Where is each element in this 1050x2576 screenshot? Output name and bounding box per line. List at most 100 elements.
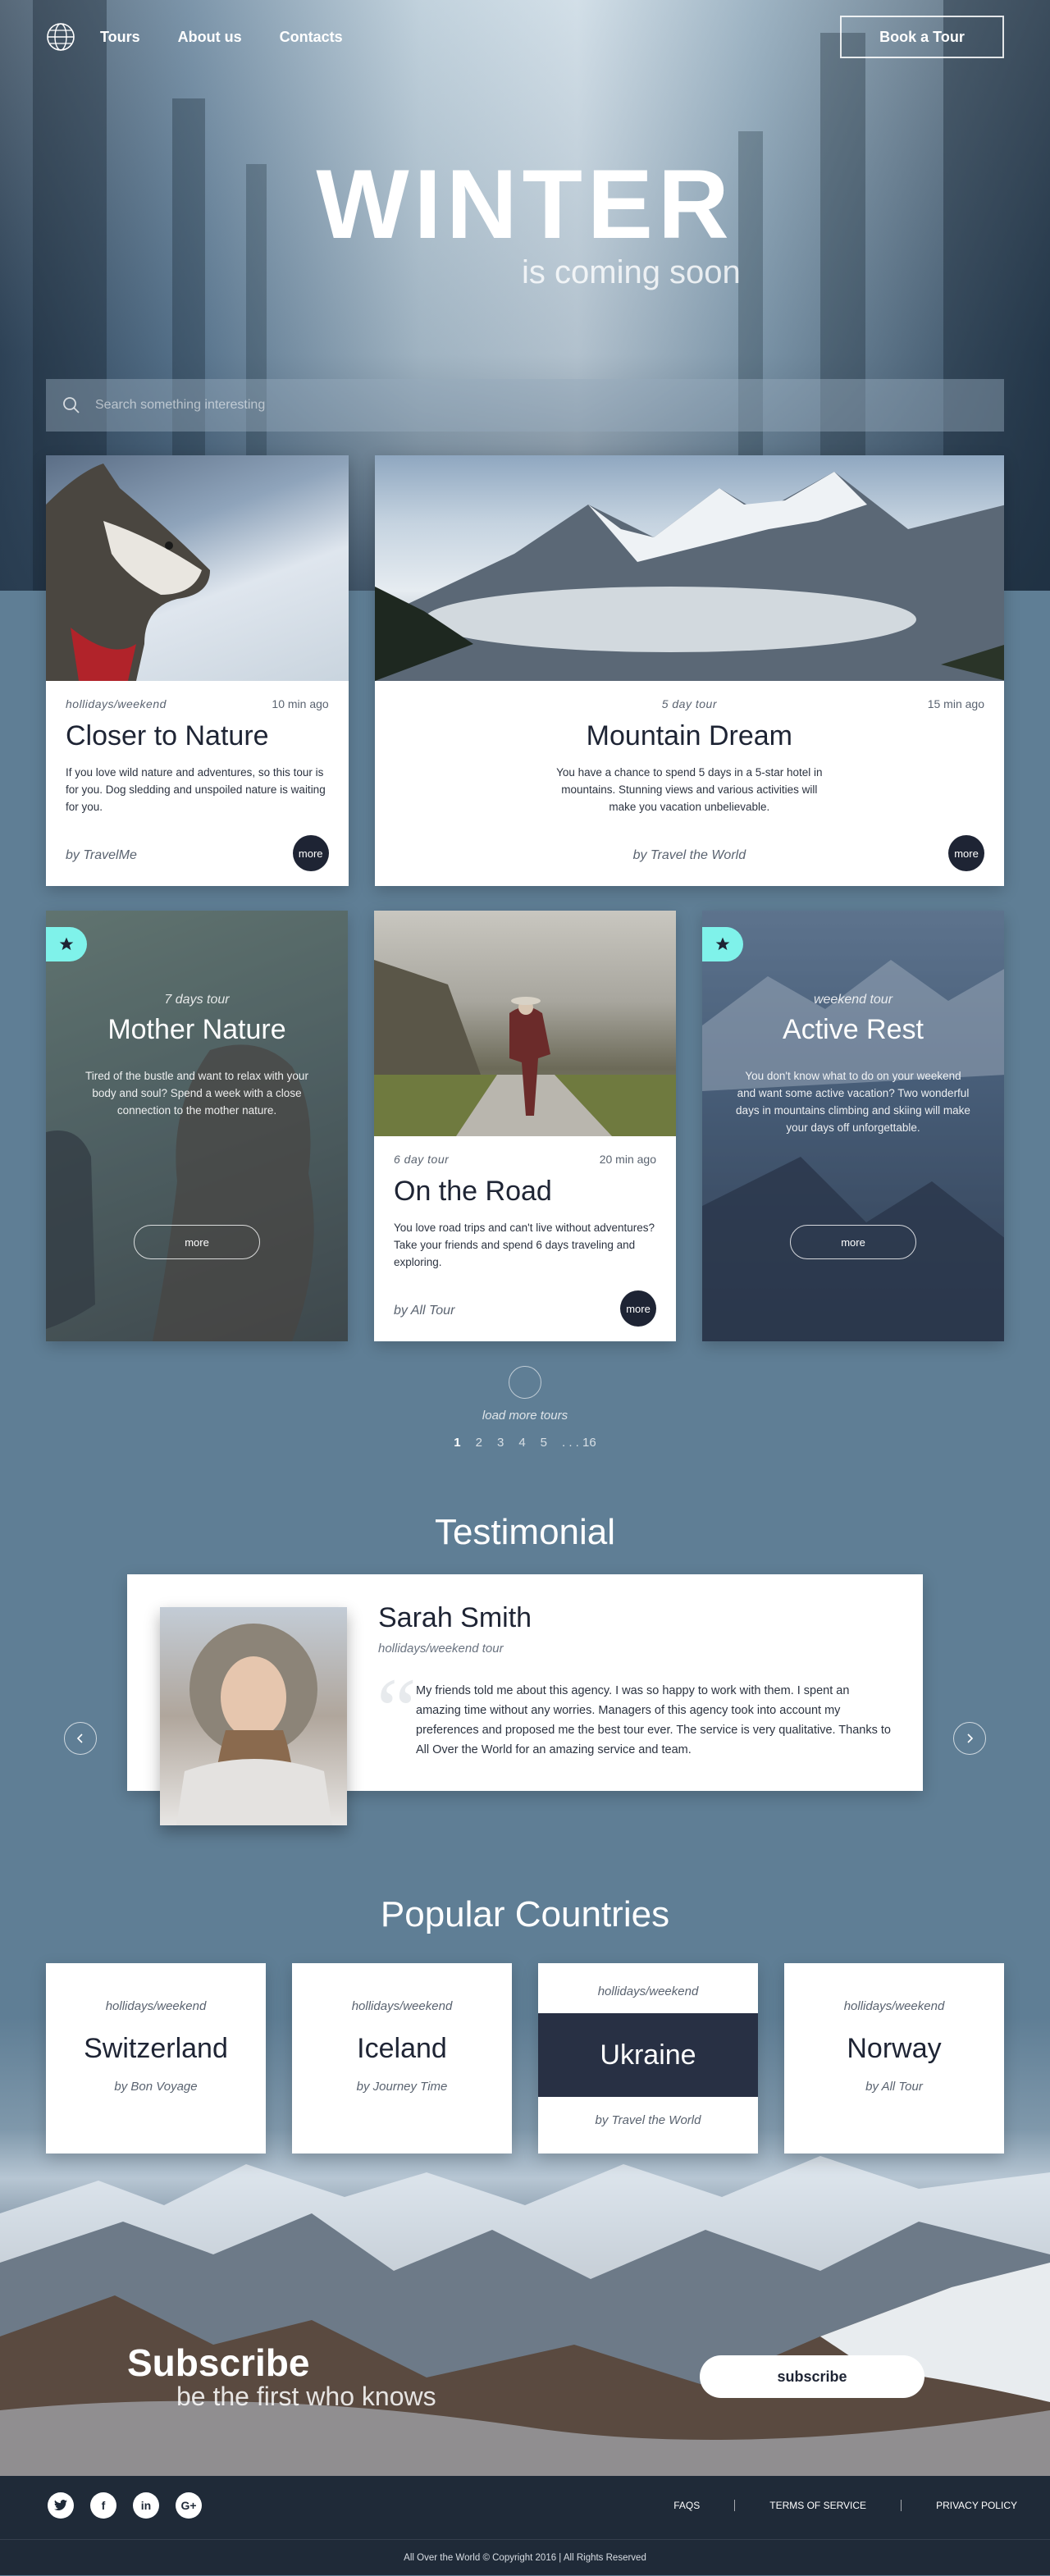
tour-title: On the Road [394,1176,552,1207]
globe-icon[interactable] [46,22,75,52]
tour-description: You don't know what to do on your weeken… [736,1070,970,1134]
more-button[interactable]: more [620,1290,656,1327]
footer-links: FAQS TERMS OF SERVICE PRIVACY POLICY [639,2500,1017,2511]
social-links: f in G+ [48,2492,202,2519]
country-name: Switzerland [84,2033,228,2064]
load-more-block: load more tours 1 2 3 4 5 . . . 16 [46,1366,1004,1450]
subscribe-button[interactable]: subscribe [700,2355,924,2398]
search-input[interactable] [95,398,833,413]
more-button[interactable]: more [292,835,329,871]
country-agency: by All Tour [865,2080,923,2094]
tours-section: hollidays/weekend 10 min ago Closer to N… [0,455,1050,1450]
more-button[interactable]: more [948,835,984,871]
subscribe-subtitle: be the first who knows [176,2382,436,2411]
book-tour-button[interactable]: Book a Tour [840,16,1004,58]
tour-category: 7 days tour [164,993,230,1007]
country-category: hollidays/weekend [351,1999,453,2013]
customer-photo [160,1607,347,1825]
page-link-last[interactable]: . . . 16 [562,1436,596,1450]
more-button[interactable]: more [790,1225,916,1259]
country-card-iceland[interactable]: hollidays/weekend Iceland by Journey Tim… [292,1963,512,2154]
next-arrow-button[interactable] [953,1722,986,1755]
load-more-link[interactable]: load more tours [46,1409,1004,1423]
tour-description: You love road trips and can't live witho… [394,1222,655,1268]
linkedin-icon[interactable]: in [133,2492,159,2519]
country-agency: by Journey Time [356,2080,448,2094]
country-agency: by Bon Voyage [114,2080,198,2094]
popular-countries: Popular Countries hollidays/weekend Swit… [0,1857,1050,2154]
husky-photo [46,455,349,681]
tour-time: 20 min ago [599,1153,656,1166]
countries-subscribe-section: Popular Countries hollidays/weekend Swit… [0,1857,1050,2476]
tour-card-closer-to-nature: hollidays/weekend 10 min ago Closer to N… [46,455,349,886]
tour-category: 5 day tour [661,697,717,710]
customer-name: Sarah Smith [378,1602,532,1633]
nav-link-contacts[interactable]: Contacts [280,29,343,46]
tour-card-mountain-dream: 5 day tour 15 min ago Mountain Dream You… [374,455,1004,886]
country-card-switzerland[interactable]: hollidays/weekend Switzerland by Bon Voy… [46,1963,266,2154]
search-icon [63,397,80,413]
tour-title: Mother Nature [107,1014,286,1045]
tour-author: by Travel the World [632,848,746,862]
customer-tour: hollidays/weekend tour [378,1642,504,1656]
country-agency: by Travel the World [595,2113,701,2127]
tour-category: weekend tour [813,993,893,1007]
mountain-range-background [0,2156,1050,2476]
tour-author: by All Tour [394,1304,455,1318]
tour-description: You have a chance to spend 5 days in a 5… [556,766,823,813]
subscribe-title: Subscribe [127,2341,310,2384]
tour-title: Active Rest [783,1014,924,1045]
google-plus-icon[interactable]: G+ [176,2492,202,2519]
road-traveler-photo [374,911,676,1136]
terms-of-service-link[interactable]: TERMS OF SERVICE [734,2500,901,2511]
search-bar [46,379,1004,432]
page-link-5[interactable]: 5 [541,1436,547,1450]
hero-title: WINTER [316,149,734,259]
tour-card-mother-nature: 7 days tour Mother Nature Tired of the b… [46,911,348,1341]
tour-time: 15 min ago [927,697,984,710]
copyright: All Over the World © Copyright 2016 | Al… [0,2539,1050,2575]
footer: f in G+ FAQS TERMS OF SERVICE PRIVACY PO… [0,2476,1050,2575]
testimonial-section: Testimonial Sarah Smith hollidays/weeken… [0,1512,1050,1857]
tour-title: Mountain Dream [586,720,793,751]
twitter-icon[interactable] [48,2492,74,2519]
tour-category: hollidays/weekend [66,697,167,710]
page-link-4[interactable]: 4 [518,1436,525,1450]
country-name: Norway [847,2033,942,2064]
subscribe-block: Subscribe be the first who knows [127,2341,436,2412]
country-category: hollidays/weekend [105,1999,207,2013]
page-link-2[interactable]: 2 [476,1436,482,1450]
tour-category: 6 day tour [394,1153,450,1166]
country-category: hollidays/weekend [843,1999,945,2013]
more-button[interactable]: more [134,1225,260,1259]
mountain-photo [374,455,1004,681]
prev-arrow-button[interactable] [64,1722,97,1755]
country-category: hollidays/weekend [597,1985,699,1998]
hero-subtitle: is coming soon [522,254,741,290]
loading-spinner-icon [509,1366,541,1399]
country-card-norway[interactable]: hollidays/weekend Norway by All Tour [784,1963,1004,2154]
tour-time: 10 min ago [272,697,329,710]
facebook-icon[interactable]: f [90,2492,116,2519]
chevron-left-icon [76,1733,83,1743]
tour-description: Tired of the bustle and want to relax wi… [85,1070,308,1117]
page-link-3[interactable]: 3 [497,1436,504,1450]
pagination: 1 2 3 4 5 . . . 16 [46,1436,1004,1450]
nav-link-tours[interactable]: Tours [100,29,140,46]
countries-heading: Popular Countries [380,1894,670,1934]
privacy-policy-link[interactable]: PRIVACY POLICY [901,2500,1017,2511]
country-name: Iceland [357,2033,447,2064]
quote-mark-icon: “ [377,1660,417,1760]
nav-link-about-us[interactable]: About us [178,29,242,46]
tour-card-on-the-road: 6 day tour 20 min ago On the Road You lo… [374,911,676,1341]
top-nav: Tours About us Contacts Book a Tour [0,0,1050,74]
tour-title: Closer to Nature [66,720,269,751]
page-link-1[interactable]: 1 [454,1436,460,1450]
chevron-right-icon [967,1733,974,1743]
country-card-ukraine[interactable]: hollidays/weekend Ukraine by Travel the … [538,1963,758,2154]
faqs-link[interactable]: FAQS [639,2500,734,2511]
testimonial-card: Sarah Smith hollidays/weekend tour “ My … [127,1574,923,1825]
tour-description: If you love wild nature and adventures, … [66,766,326,813]
tour-card-active-rest: weekend tour Active Rest You don't know … [702,911,1004,1341]
testimonial-text: My friends told me about this agency. I … [416,1684,891,1756]
